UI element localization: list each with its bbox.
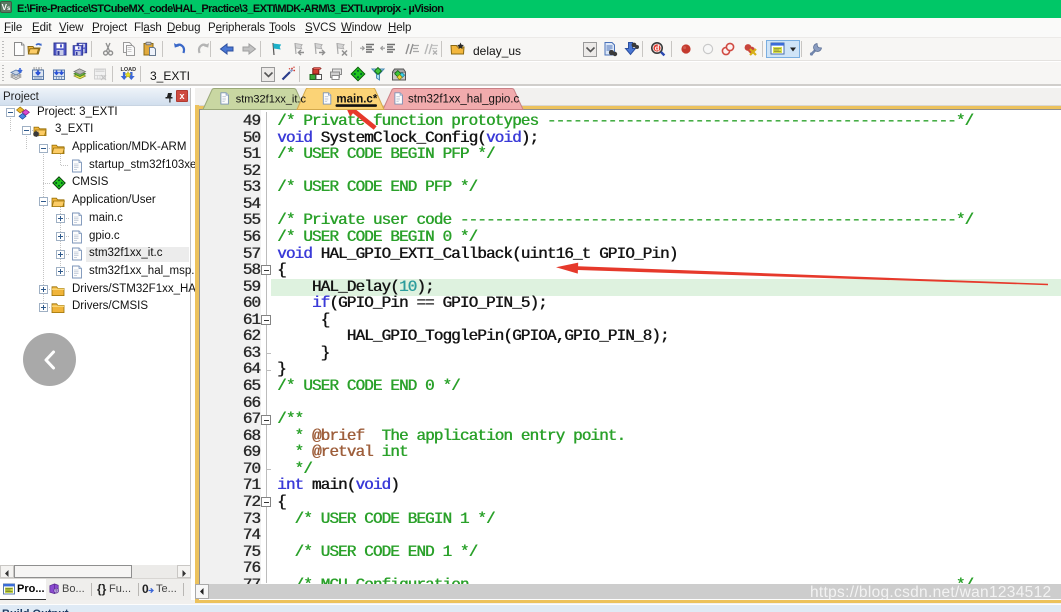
svg-text:d: d bbox=[655, 44, 660, 53]
svg-text:stm32f1xx_hal_gpio.c: stm32f1xx_hal_gpio.c bbox=[408, 94, 519, 106]
svg-text:stm32f1xx_it.c: stm32f1xx_it.c bbox=[236, 94, 307, 106]
svg-text:main.c*: main.c* bbox=[336, 94, 377, 106]
